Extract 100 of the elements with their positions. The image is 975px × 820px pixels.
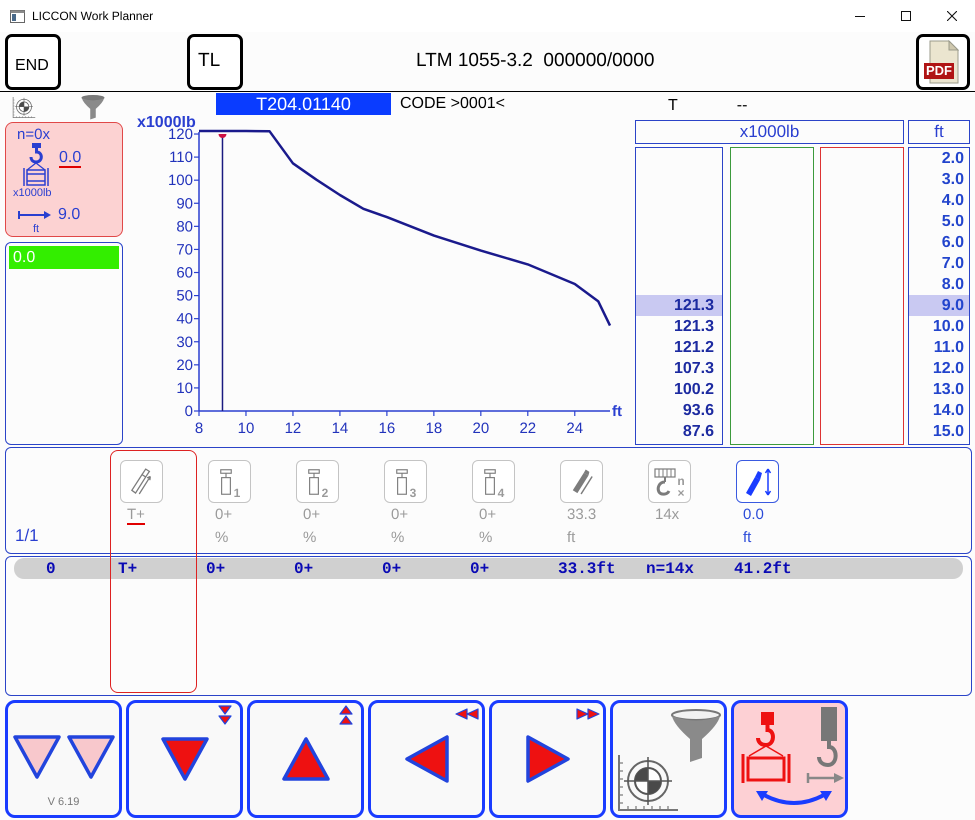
- tool-value: 0+: [391, 507, 408, 523]
- table-cell[interactable]: 100.2: [636, 379, 722, 400]
- table-cell[interactable]: 11.0: [909, 337, 969, 358]
- nav-button[interactable]: V 6.19: [5, 700, 122, 818]
- right-triangle-icon: [524, 734, 570, 784]
- toolbar-button[interactable]: TL: [187, 34, 243, 90]
- hook-icon: [654, 468, 676, 496]
- tool-value: 14x: [655, 507, 680, 523]
- tool-value: 0+: [479, 507, 496, 523]
- nav-button[interactable]: [489, 700, 606, 818]
- axis-tick-label: 20: [176, 356, 193, 374]
- table-cell[interactable]: 93.6: [636, 400, 722, 421]
- maximize-icon: [901, 11, 911, 21]
- sequence-cell-text: T+: [117, 558, 138, 580]
- sequence-cell-text: n=14x: [645, 558, 696, 580]
- tool-value: 0+: [215, 507, 232, 523]
- pdf-button[interactable]: PDF: [916, 34, 970, 90]
- table-cell[interactable]: 121.2: [636, 337, 722, 358]
- double-left-arrow-icon: [454, 708, 480, 720]
- table-cell[interactable]: 14.0: [909, 400, 969, 421]
- axis-tick-label: 0: [184, 403, 193, 420]
- axis-tick-label: 100: [168, 172, 193, 190]
- down-triangle-icon: [160, 736, 210, 782]
- funnel-icon: [670, 709, 722, 763]
- table-cell[interactable]: 121.3: [636, 295, 722, 316]
- table-cell[interactable]: 4.0: [909, 190, 969, 211]
- tool-value: T+: [127, 507, 145, 525]
- window-title: LICCON Work Planner: [32, 8, 154, 25]
- table-cell[interactable]: 10.0: [909, 316, 969, 337]
- sequence-row[interactable]: 0 T+ 0+ 0+ 0+ 0+ 33.3ft n=14x 41.2ft: [14, 558, 963, 579]
- table-cell[interactable]: 3.0: [909, 169, 969, 190]
- axis-tick-label: 60: [176, 264, 193, 282]
- axis-tick-label: 16: [378, 420, 396, 437]
- sequence-cell-text: 41.2ft: [733, 558, 793, 580]
- target-icon: [616, 753, 680, 813]
- code-text: CODE >0001<: [400, 94, 505, 114]
- table-cell[interactable]: 87.6: [636, 421, 722, 442]
- axis-tick-label: 10: [176, 380, 193, 397]
- axis-tick-label: 18: [426, 420, 442, 437]
- radius-value: 9.0: [58, 206, 80, 223]
- table-cell[interactable]: 8.0: [909, 274, 969, 295]
- table-cell[interactable]: 15.0: [909, 421, 969, 442]
- sequence-cell-text: 0: [45, 558, 57, 580]
- axis-tick-label: 110: [169, 149, 193, 166]
- load-value: 0.0: [59, 149, 82, 168]
- page-indicator: 1/1: [15, 524, 39, 546]
- app-icon: [10, 10, 25, 22]
- hook-load-icon: [22, 143, 50, 187]
- filter-icon[interactable]: [81, 94, 105, 120]
- table-cell[interactable]: 6.0: [909, 232, 969, 253]
- nav-button[interactable]: [610, 700, 727, 818]
- axis-tick-label: 22: [519, 420, 536, 437]
- nav-button[interactable]: [247, 700, 364, 818]
- table-cell[interactable]: 121.3: [636, 316, 722, 337]
- table-cell[interactable]: 7.0: [909, 253, 969, 274]
- sequence-cell-text: 0+: [205, 558, 226, 580]
- table-cell[interactable]: 2.0: [909, 148, 969, 169]
- axis-tick-label: 12: [284, 420, 302, 437]
- down-triangle-icon: [66, 734, 116, 780]
- nav-button[interactable]: [126, 700, 243, 818]
- double-up-arrow-icon: [338, 704, 354, 726]
- tool-unit: ft: [567, 530, 576, 546]
- toolbar-button[interactable]: END: [5, 34, 61, 90]
- table-cell[interactable]: 107.3: [636, 358, 722, 379]
- cylinder-icon: [306, 466, 321, 496]
- table-cell[interactable]: 5.0: [909, 211, 969, 232]
- target-icon[interactable]: [12, 96, 36, 118]
- tool-unit: %: [215, 530, 228, 546]
- telescopic-boom-icon: [130, 468, 154, 496]
- tool-unit: %: [479, 530, 492, 546]
- info-text: --: [736, 96, 748, 116]
- axis-tick-label: 120: [168, 126, 193, 144]
- sequence-cell-text: 33.3ft: [557, 558, 617, 580]
- axis-tick-label: 20: [472, 420, 490, 437]
- unit-text: ft: [33, 223, 40, 236]
- double-down-arrow-icon: [217, 704, 233, 726]
- table-cell[interactable]: 12.0: [909, 358, 969, 379]
- sequence-cell-text: 0+: [469, 558, 490, 580]
- axis-tick-label: 10: [238, 420, 254, 437]
- axis-tick-label: 50: [176, 288, 193, 305]
- table-cell[interactable]: 13.0: [909, 379, 969, 400]
- tool-button[interactable]: [736, 460, 779, 503]
- axis-tick-label: 90: [176, 195, 193, 212]
- falls-text: n=0x: [17, 126, 50, 143]
- nav-button[interactable]: [731, 700, 848, 818]
- table-cell[interactable]: 9.0: [909, 295, 969, 316]
- axis-tick-label: 24: [566, 420, 584, 437]
- nav-button[interactable]: [368, 700, 485, 818]
- column-header: ft: [908, 120, 970, 144]
- tool-value: 0+: [303, 507, 320, 523]
- unit-text: x1000lb: [13, 187, 52, 200]
- info-text: T: [668, 96, 678, 116]
- tool-unit: %: [391, 530, 404, 546]
- cylinder-icon: [218, 466, 233, 496]
- status-value: 0.0: [9, 246, 119, 269]
- axis-tick-label: 14: [332, 420, 348, 437]
- cylinder-icon: [482, 466, 497, 496]
- axis-tick-label: 8: [194, 420, 204, 437]
- radius-arrow-icon: [18, 210, 52, 220]
- close-icon: [947, 11, 957, 21]
